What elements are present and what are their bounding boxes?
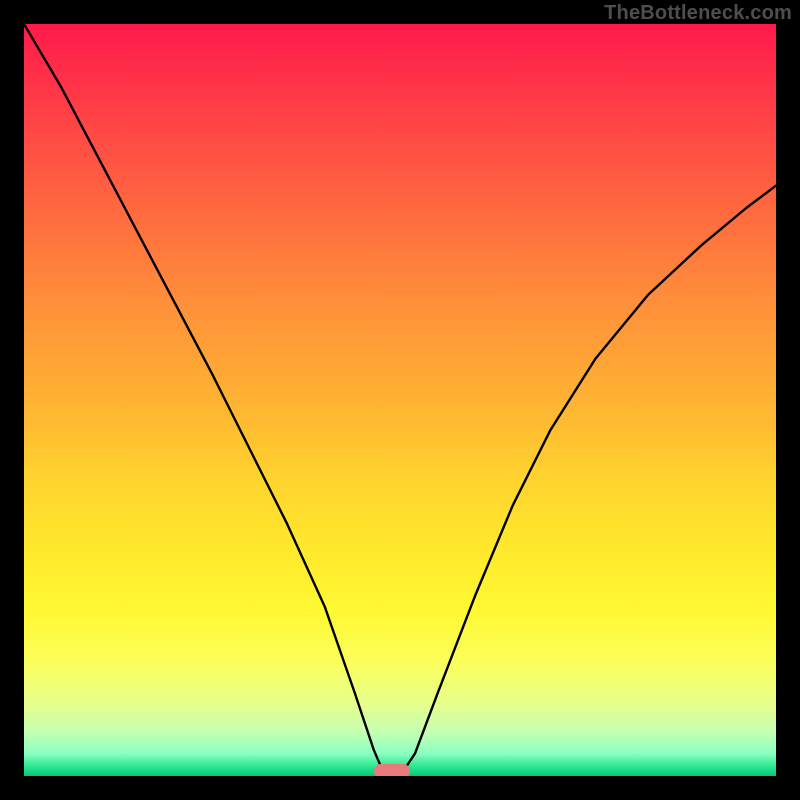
chart-frame: TheBottleneck.com bbox=[0, 0, 800, 800]
plot-area bbox=[24, 24, 776, 776]
bottom-marker bbox=[374, 764, 410, 776]
watermark-text: TheBottleneck.com bbox=[604, 2, 792, 25]
background-gradient bbox=[24, 24, 776, 776]
